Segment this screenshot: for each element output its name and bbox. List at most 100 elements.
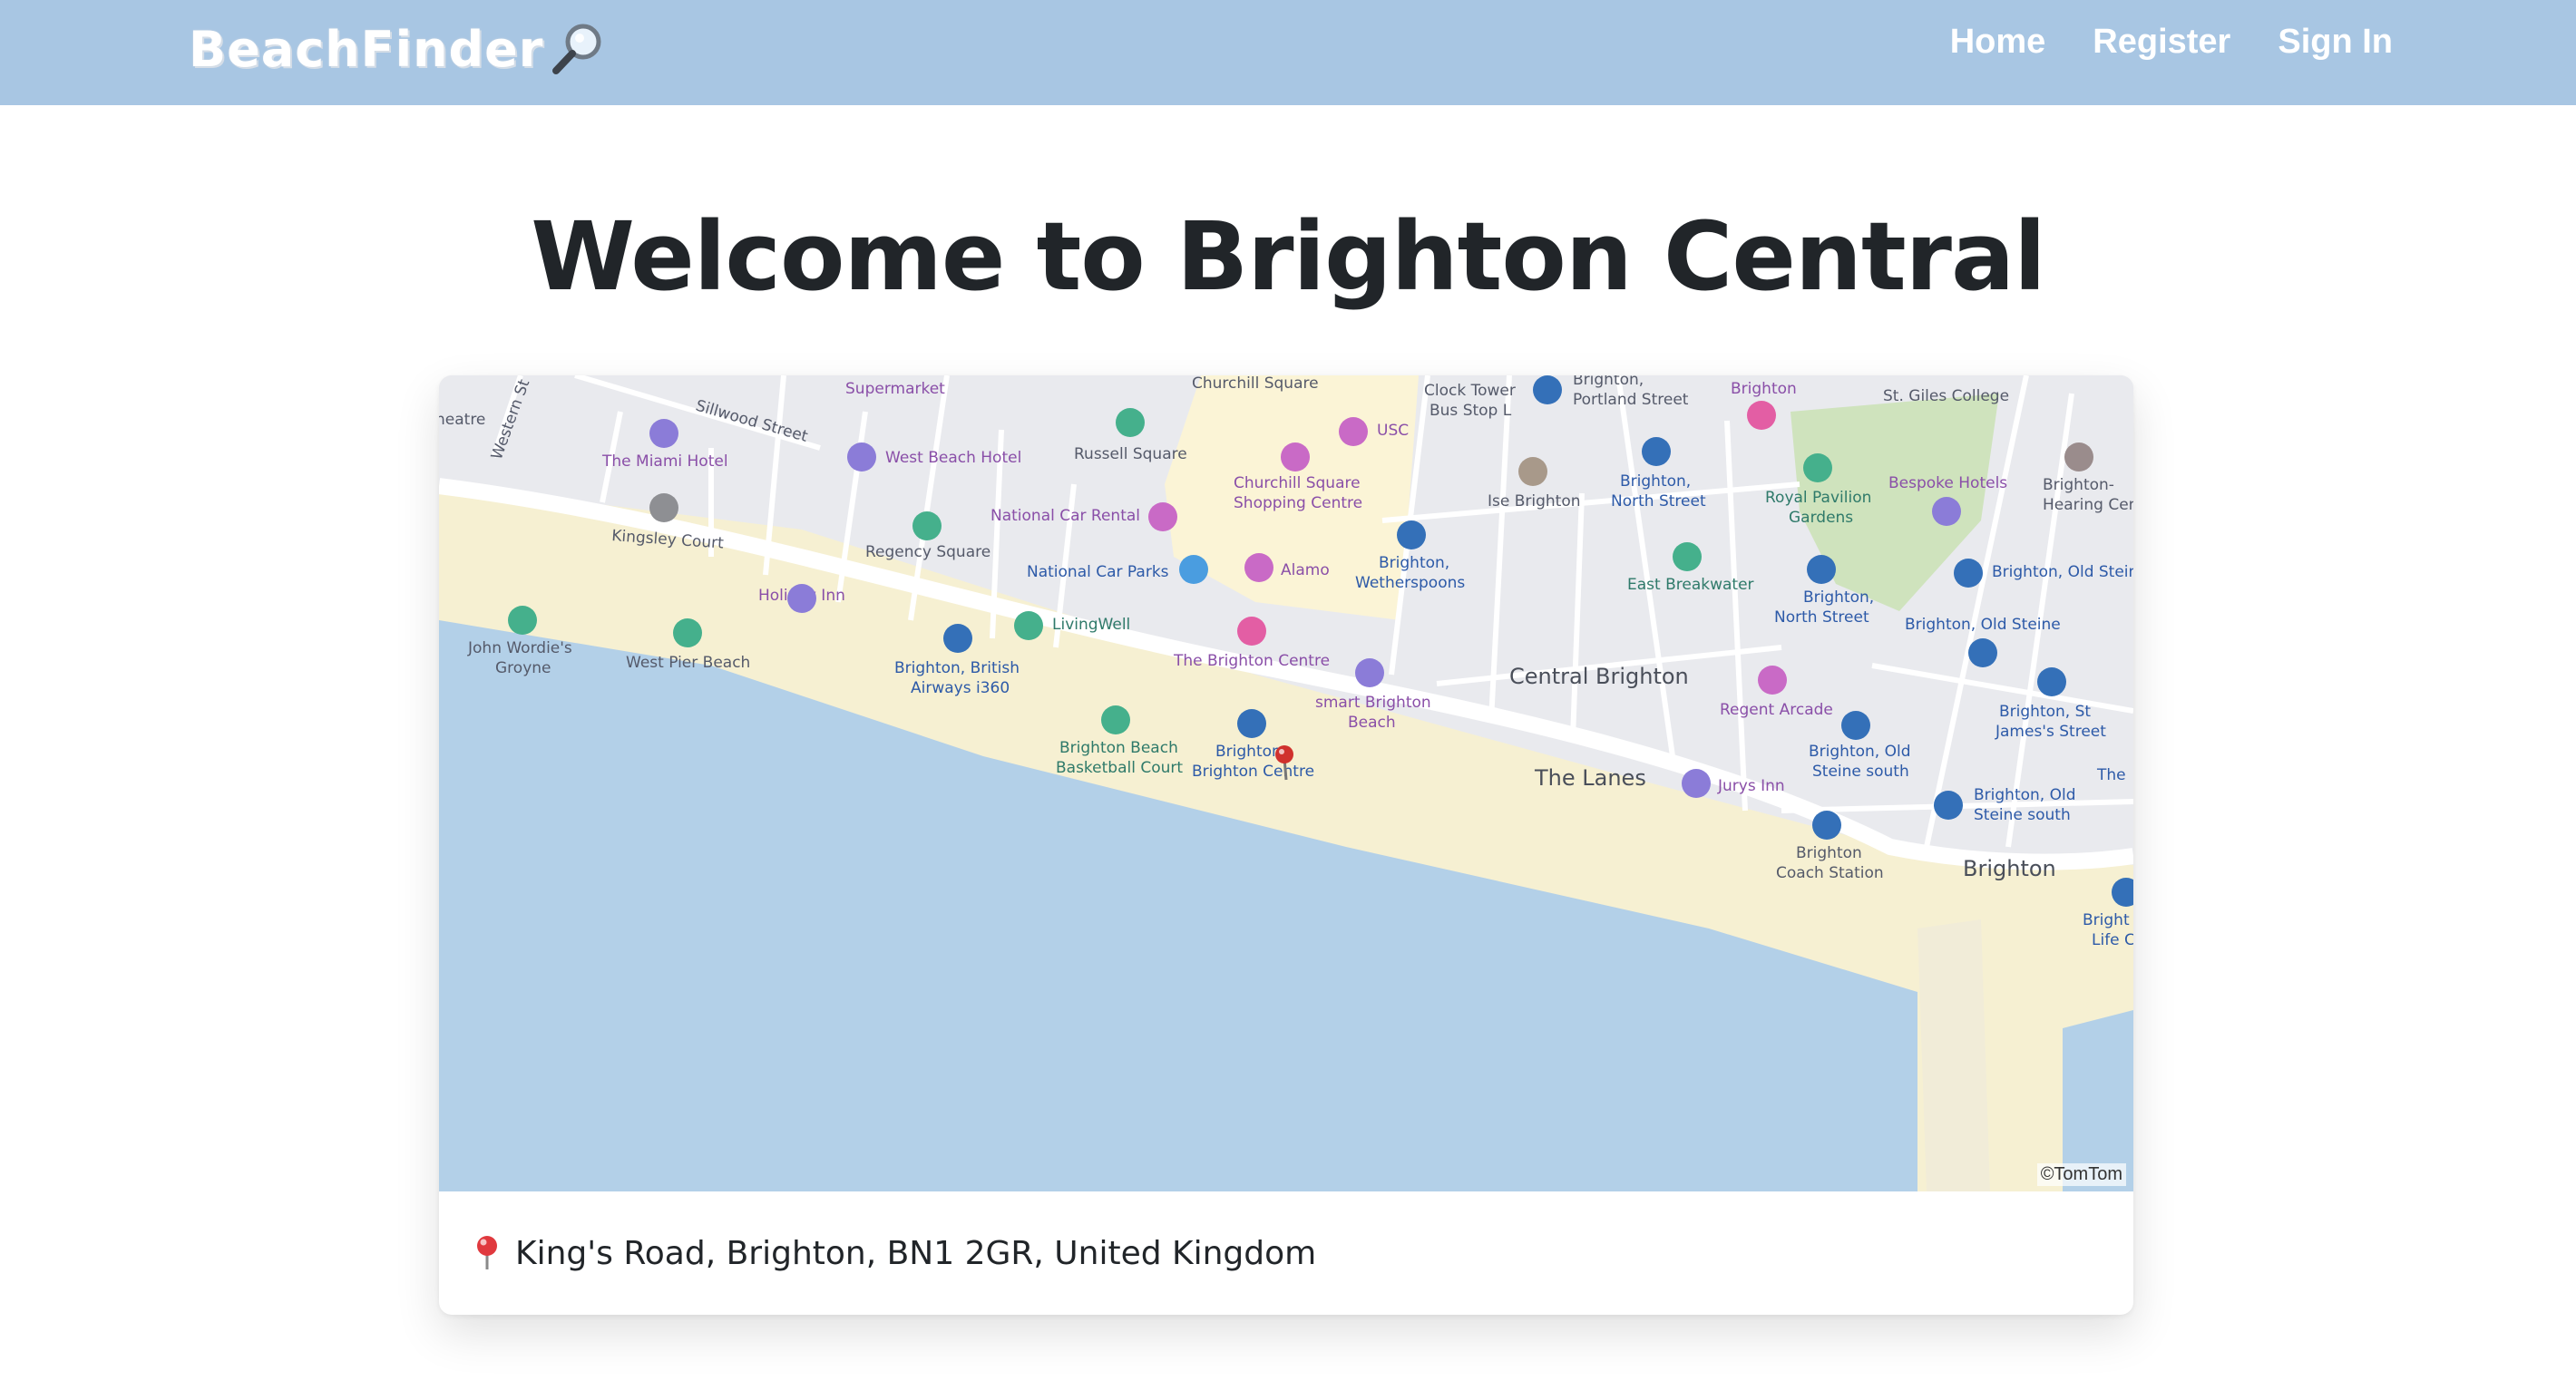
building-icon[interactable] [649, 493, 678, 522]
hotel-icon[interactable] [1355, 658, 1384, 687]
map-label: Wetherspoons [1355, 574, 1465, 592]
map-label: Ise Brighton [1488, 492, 1581, 510]
map-label: Brighton, St [1999, 703, 2091, 721]
map-label: Brighton, Old [1809, 743, 1910, 761]
map-label: East Breakwater [1627, 576, 1754, 594]
map-label: Clock Tower [1424, 382, 1516, 400]
beach-icon[interactable] [508, 606, 537, 635]
bus-stop-icon[interactable] [1237, 709, 1266, 738]
map-label: Brighton, [1620, 472, 1691, 491]
map-label: Brighton [1731, 380, 1797, 398]
nav-home-link[interactable]: Home [1950, 23, 2046, 62]
hearing-icon[interactable] [2064, 442, 2093, 472]
map-label: Shopping Centre [1234, 494, 1362, 512]
car-rental-icon[interactable] [1244, 553, 1273, 582]
map-label: Brighton Beach [1059, 739, 1178, 757]
parking-icon[interactable] [1179, 555, 1208, 584]
park-icon[interactable] [1116, 408, 1145, 437]
car-rental-icon[interactable] [1148, 502, 1177, 531]
map-label: Groyne [495, 659, 551, 677]
bus-stop-icon[interactable] [1397, 520, 1426, 549]
map-label: Alamo [1281, 561, 1330, 579]
shopping-icon[interactable] [1339, 417, 1368, 446]
bus-stop-icon[interactable] [1533, 375, 1562, 404]
map-label: USC [1377, 422, 1409, 440]
map-label: Steine south [1812, 763, 1909, 781]
brand-logo[interactable]: BeachFinder [189, 13, 607, 85]
map-label: Churchill Square [1192, 375, 1319, 393]
map-label: North Street [1774, 608, 1869, 627]
hotel-icon[interactable] [847, 442, 876, 472]
sailboat-icon[interactable] [1673, 542, 1702, 571]
sports-icon[interactable] [1014, 611, 1043, 640]
page-title: Welcome to Brighton Central [531, 201, 2046, 312]
map-label: Hearing Centr [2043, 496, 2133, 514]
theatre-icon[interactable] [1747, 401, 1776, 430]
park-icon[interactable] [912, 511, 942, 540]
theatre-icon[interactable] [1237, 617, 1266, 646]
map-label: Beach [1348, 714, 1396, 732]
hotel-icon[interactable] [787, 584, 816, 613]
nav-sign-in-link[interactable]: Sign In [2278, 23, 2393, 62]
bus-stop-icon[interactable] [1812, 811, 1841, 840]
map-label: The Brighton Centre [1173, 652, 1330, 670]
map-label: Brighton, Old [1974, 786, 2075, 804]
location-card: Western St Sillwood Street heatre Superm… [439, 375, 2133, 1315]
bus-stop-icon[interactable] [1642, 437, 1671, 466]
map-label: Brighton Centre [1192, 763, 1314, 781]
bus-stop-icon[interactable] [1934, 791, 1963, 820]
map-label: John Wordie's [467, 639, 572, 657]
bus-stop-icon[interactable] [1968, 638, 1997, 667]
bus-stop-icon[interactable] [1954, 559, 1983, 588]
map-label: Jurys Inn [1717, 777, 1785, 795]
map-label: Brighton, [1215, 743, 1286, 761]
map-label: Steine south [1974, 806, 2071, 824]
map-label: Brighton, [1379, 554, 1449, 572]
map-canvas[interactable]: Western St Sillwood Street heatre Superm… [439, 375, 2133, 1191]
map-label: Russell Square [1074, 445, 1187, 463]
map-label: James's Street [1995, 723, 2106, 741]
brand-name: BeachFinder [189, 20, 544, 78]
map-label: Churchill Square [1234, 474, 1361, 492]
map-label: Brighton, [1573, 375, 1644, 389]
map-label: Brighton, [1803, 588, 1874, 607]
map-label: North Street [1611, 492, 1706, 510]
map-label: National Car Parks [1027, 563, 1169, 581]
wifi-icon[interactable] [1518, 457, 1547, 486]
map-attribution[interactable]: ©TomTom [2036, 1163, 2126, 1186]
map-label: Regent Arcade [1720, 701, 1833, 719]
map-label: Central Brighton [1509, 664, 1689, 689]
map-label: National Car Rental [990, 507, 1140, 525]
map-label: Brighton [1796, 844, 1862, 862]
hotel-icon[interactable] [1682, 769, 1711, 798]
hotel-icon[interactable] [649, 419, 678, 448]
map-label: The Lanes [1534, 765, 1646, 791]
map-label: LivingWell [1052, 616, 1130, 634]
bus-stop-icon[interactable] [943, 624, 972, 653]
map-label: Airways i360 [911, 679, 1010, 697]
sports-icon[interactable] [1101, 705, 1130, 734]
shopping-icon[interactable] [1758, 666, 1787, 695]
shopping-icon[interactable] [1281, 442, 1310, 472]
hotel-icon[interactable] [1932, 497, 1961, 526]
map-label: Supermarket [845, 380, 945, 398]
magnifying-glass-icon [549, 20, 607, 78]
map-label: West Pier Beach [626, 654, 750, 672]
beach-icon[interactable] [673, 618, 702, 647]
bus-stop-icon[interactable] [2037, 667, 2066, 696]
bus-stop-icon[interactable] [1807, 555, 1836, 584]
map[interactable]: Western St Sillwood Street heatre Superm… [439, 375, 2133, 1191]
map-label: Regency Square [865, 543, 990, 561]
map-label: Brighton, Old Stein [1992, 563, 2133, 581]
bus-stop-icon[interactable] [1841, 711, 1870, 740]
nav-register-link[interactable]: Register [2093, 23, 2230, 62]
park-icon[interactable] [1803, 453, 1832, 482]
map-label: Bright [2083, 911, 2130, 929]
navbar: BeachFinder Home Register Sign In [0, 0, 2576, 105]
map-label: The [2096, 766, 2126, 784]
map-label: heatre [439, 411, 485, 429]
map-label: Brighton [1963, 856, 2056, 881]
map-label: St. Giles College [1883, 387, 2009, 405]
map-label: Bespoke Hotels [1888, 474, 2007, 492]
nav-links: Home Register Sign In [1950, 15, 2393, 69]
